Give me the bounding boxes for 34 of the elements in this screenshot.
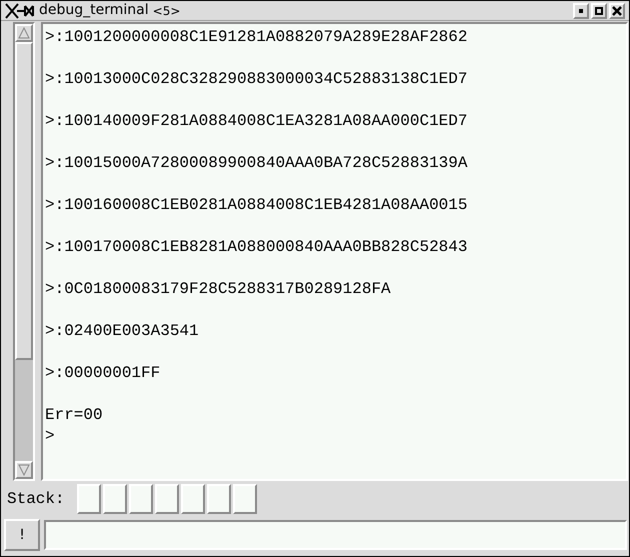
stack-label: Stack: — [7, 489, 66, 510]
output-line: >:100170008C1EB8281A088000840AAA0BB828C52843 — [45, 237, 468, 258]
output-line: >:10015000A72800089900840AAA0BA728C52883139A — [45, 153, 468, 174]
output-line: >:1001200000008C1E91281A0882079A289E28AF2862 — [45, 27, 468, 48]
window-title: debug_terminal — [39, 1, 149, 20]
output-line: Err=00 — [45, 405, 103, 426]
output-line: >:100140009F281A0884008C1EA3281A08AA000C1ED7 — [45, 111, 468, 132]
scroll-down-button[interactable] — [15, 461, 33, 479]
stack-slot — [207, 484, 231, 514]
window-instance: <5> — [152, 2, 180, 20]
stack-slot — [77, 484, 101, 514]
down-arrow-icon — [18, 464, 30, 476]
stack-slot — [155, 484, 179, 514]
stack-slot — [103, 484, 127, 514]
up-arrow-icon — [18, 27, 30, 39]
close-button[interactable] — [609, 2, 625, 18]
command-field[interactable] — [44, 520, 627, 550]
stack-slot — [129, 484, 153, 514]
output-line: >:00000001FF — [45, 363, 160, 384]
stack-slot — [233, 484, 257, 514]
output-line: > — [45, 426, 55, 447]
stack-slot — [181, 484, 205, 514]
output-line: >:0C01800083179F28C5288317B0289128FA — [45, 279, 391, 300]
scrollbar[interactable] — [13, 22, 35, 481]
execute-button[interactable]: ! — [4, 519, 40, 551]
minimize-button[interactable] — [573, 2, 589, 18]
close-icon — [612, 6, 622, 16]
output-line: >:10013000C028C328290883000034C52883138C1ED7 — [45, 69, 468, 90]
scroll-up-button[interactable] — [15, 24, 33, 42]
maximize-button[interactable] — [591, 2, 607, 18]
app-logo-icon — [5, 2, 35, 18]
scroll-thumb[interactable] — [15, 42, 33, 360]
output-line: >:100160008C1EB0281A0884008C1EB4281A08AA0015 — [45, 195, 468, 216]
output-line: >:02400E003A3541 — [45, 321, 199, 342]
